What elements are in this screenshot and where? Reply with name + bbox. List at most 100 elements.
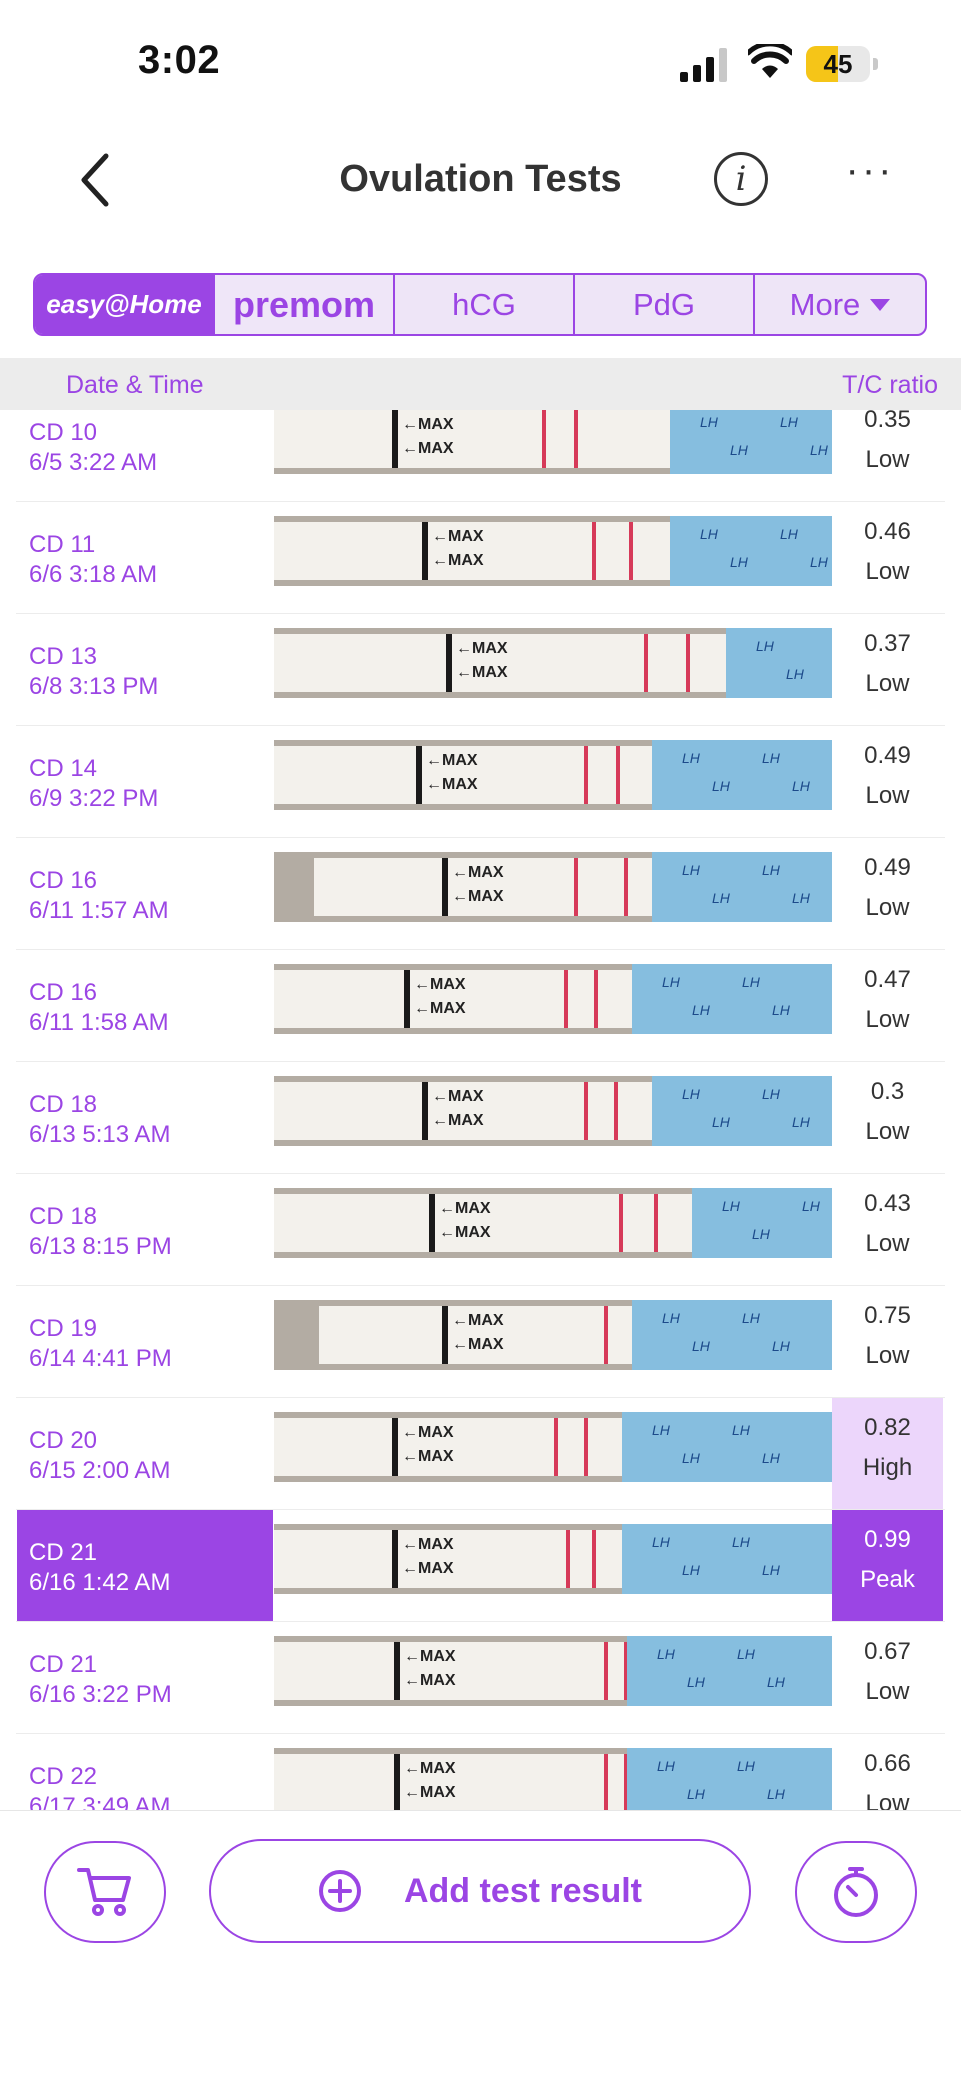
tc-ratio-cell: 0.37 Low <box>832 614 943 725</box>
test-date-cell: CD 20 6/15 2:00 AM <box>17 1398 273 1509</box>
strip-test-line <box>619 1194 623 1252</box>
strip-lh-label: LH <box>752 1226 770 1242</box>
strip-test-line <box>616 746 620 804</box>
strip-handle: LH LH LH LH <box>652 1076 832 1146</box>
test-strip-photo: ←MAX ←MAX LH LH LH LH <box>274 1524 832 1594</box>
lh-level: Low <box>865 1790 910 1810</box>
strip-lh-label: LH <box>792 778 810 794</box>
tab-hcg[interactable]: hCG <box>395 275 575 334</box>
test-row[interactable]: CD 11 6/6 3:18 AM ←MAX ←MAX LH LH LH LH 0.46 Low <box>0 502 961 614</box>
strip-handle: LH LH LH LH <box>632 1300 832 1370</box>
strip-lh-label: LH <box>756 638 774 654</box>
strip-max-label: ←MAX <box>404 1672 456 1689</box>
strip-max-label: ←MAX <box>402 416 454 433</box>
tc-ratio-cell: 0.66 Low <box>832 1734 943 1810</box>
tc-ratio-value: 0.37 <box>864 630 911 657</box>
strip-lh-label: LH <box>780 414 798 430</box>
battery-percent: 45 <box>823 49 853 79</box>
strip-lh-label: LH <box>682 1450 700 1466</box>
test-strip-photo: ←MAX ←MAX LH LH LH LH <box>274 1300 832 1370</box>
strip-lh-label: LH <box>772 1338 790 1354</box>
tab-premom[interactable]: premom <box>215 275 395 334</box>
test-datetime: 6/16 1:42 AM <box>29 1569 171 1596</box>
cycle-day: CD 11 <box>29 531 96 558</box>
tab-easy-home[interactable]: easy@Home <box>35 275 215 334</box>
strip-lh-label: LH <box>657 1758 675 1774</box>
lh-level: Low <box>865 894 910 921</box>
strip-lh-label: LH <box>682 750 700 766</box>
timer-button[interactable] <box>795 1841 917 1943</box>
test-strip-photo: ←MAX ←MAX LH LH LH LH <box>274 1412 832 1482</box>
tc-ratio-value: 0.49 <box>864 742 911 769</box>
test-strip-photo: ←MAX ←MAX LH LH LH <box>274 1188 832 1258</box>
tab-more[interactable]: More <box>755 275 925 334</box>
test-row[interactable]: CD 16 6/11 1:57 AM ←MAX ←MAX LH LH LH LH 0.49 Low <box>0 838 961 950</box>
strip-max-label: ←MAX <box>452 1336 504 1353</box>
cellular-signal-icon <box>680 48 727 82</box>
test-row[interactable]: CD 14 6/9 3:22 PM ←MAX ←MAX LH LH LH LH 0.49 Low <box>0 726 961 838</box>
tc-ratio-cell: 0.67 Low <box>832 1622 943 1733</box>
strip-max-label: ←MAX <box>414 976 466 993</box>
test-datetime: 6/14 4:41 PM <box>29 1345 172 1372</box>
test-datetime: 6/5 3:22 AM <box>29 449 158 476</box>
tc-ratio-value: 0.66 <box>864 1750 911 1777</box>
test-strip-photo: ←MAX ←MAX LH LH LH LH <box>274 1748 832 1810</box>
test-row[interactable]: CD 19 6/14 4:41 PM ←MAX ←MAX LH LH LH LH 0.75 Low <box>0 1286 961 1398</box>
test-row[interactable]: CD 18 6/13 5:13 AM ←MAX ←MAX LH LH LH LH 0.3 Low <box>0 1062 961 1174</box>
tc-ratio-cell: 0.46 Low <box>832 502 943 613</box>
test-row[interactable]: CD 18 6/13 8:15 PM ←MAX ←MAX LH LH LH 0.43 Low <box>0 1174 961 1286</box>
test-row[interactable]: CD 22 6/17 3:49 AM ←MAX ←MAX LH LH LH LH 0.66 Low <box>0 1734 961 1810</box>
more-options-icon[interactable]: ··· <box>840 150 900 200</box>
strip-lh-label: LH <box>767 1786 785 1802</box>
strip-max-label: ←MAX <box>426 752 478 769</box>
add-circle-icon <box>318 1870 361 1912</box>
strip-lh-label: LH <box>810 554 828 570</box>
strip-lh-label: LH <box>762 862 780 878</box>
tc-ratio-cell: 0.3 Low <box>832 1062 943 1173</box>
lh-level: High <box>862 1454 913 1481</box>
strip-test-line <box>604 1306 608 1364</box>
add-test-result-button[interactable]: Add test result <box>209 1839 751 1943</box>
cart-icon <box>77 1868 131 1916</box>
test-datetime: 6/6 3:18 AM <box>29 561 158 588</box>
tc-ratio-value: 0.67 <box>864 1638 911 1665</box>
tab-pdg[interactable]: PdG <box>575 275 755 334</box>
strip-max-label: ←MAX <box>402 1536 454 1553</box>
caret-down-icon <box>870 298 891 311</box>
test-row[interactable]: CD 20 6/15 2:00 AM ←MAX ←MAX LH LH LH LH 0.82 Hig… <box>0 1398 961 1510</box>
info-icon[interactable]: i <box>714 152 768 206</box>
test-row[interactable]: CD 21 6/16 3:22 PM ←MAX ←MAX LH LH LH LH 0.67 Low <box>0 1622 961 1734</box>
strip-max-label: ←MAX <box>439 1224 491 1241</box>
cycle-day: CD 18 <box>29 1203 98 1230</box>
test-list[interactable]: CD 10 6/5 3:22 AM ←MAX ←MAX LH LH LH LH 0.35 Low C… <box>0 410 961 1810</box>
strip-test-line <box>594 970 598 1028</box>
cart-button[interactable] <box>44 1841 166 1943</box>
column-date-time: Date & Time <box>66 371 204 399</box>
test-row[interactable]: CD 10 6/5 3:22 AM ←MAX ←MAX LH LH LH LH 0.35 Low <box>0 410 961 502</box>
test-row[interactable]: CD 21 6/16 1:42 AM ←MAX ←MAX LH LH LH LH 0.99 Pea… <box>0 1510 961 1622</box>
test-strip-photo: ←MAX ←MAX LH LH LH LH <box>274 964 832 1034</box>
strip-test-line <box>554 1418 558 1476</box>
strip-lh-label: LH <box>762 1450 780 1466</box>
tc-ratio-value: 0.49 <box>864 854 911 881</box>
test-date-cell: CD 16 6/11 1:58 AM <box>17 950 273 1061</box>
cycle-day: CD 10 <box>29 419 98 446</box>
tab-more-label: More <box>789 286 861 322</box>
test-strip-photo: ←MAX ←MAX LH LH LH LH <box>274 1636 832 1706</box>
lh-level: Low <box>865 1230 910 1257</box>
strip-handle: LH LH LH LH <box>627 1636 832 1706</box>
strip-max-label: ←MAX <box>402 1560 454 1577</box>
lh-level: Low <box>865 1678 910 1705</box>
lh-level: Peak <box>860 1566 915 1593</box>
test-row[interactable]: CD 13 6/8 3:13 PM ←MAX ←MAX LH LH 0.37 Low <box>0 614 961 726</box>
strip-lh-label: LH <box>792 890 810 906</box>
strip-lh-label: LH <box>780 526 798 542</box>
test-datetime: 6/17 3:49 AM <box>29 1793 171 1810</box>
test-row[interactable]: CD 16 6/11 1:58 AM ←MAX ←MAX LH LH LH LH 0.47 Low <box>0 950 961 1062</box>
strip-handle: LH LH LH LH <box>622 1524 832 1594</box>
strip-max-label: ←MAX <box>432 552 484 569</box>
strip-max-label: ←MAX <box>456 640 508 657</box>
strip-lh-label: LH <box>712 890 730 906</box>
strip-test-line <box>584 746 588 804</box>
strip-lh-label: LH <box>687 1674 705 1690</box>
